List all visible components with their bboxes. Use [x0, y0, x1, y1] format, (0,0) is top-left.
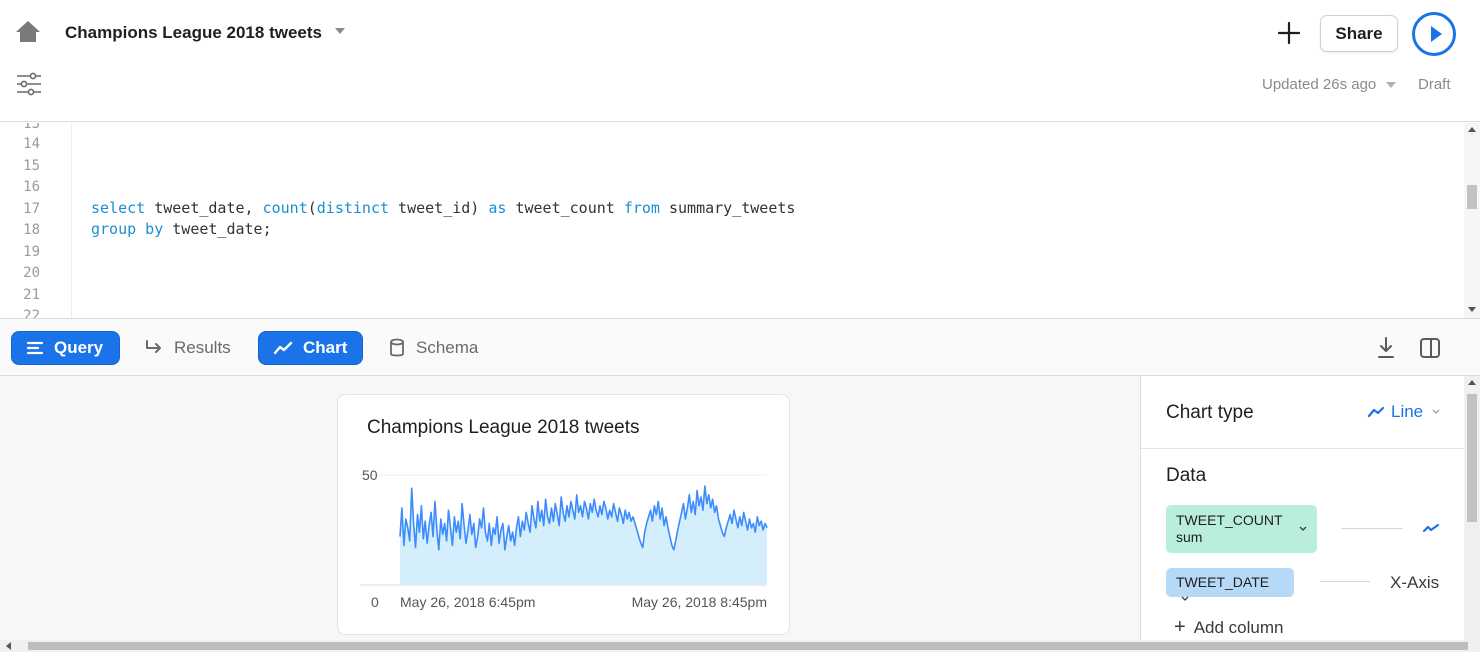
document-title[interactable]: Champions League 2018 tweets [65, 23, 322, 43]
scrollbar-thumb[interactable] [28, 642, 1468, 650]
sql-keyword: distinct [316, 199, 390, 217]
line-number: 21 [23, 287, 40, 303]
tab-schema-label: Schema [416, 338, 479, 357]
scroll-left-arrow-icon[interactable] [6, 642, 11, 650]
y-tick-label: 50 [362, 467, 378, 483]
updated-timestamp[interactable]: Updated 26s ago [1262, 76, 1376, 93]
chart-type-value: Line [1391, 402, 1424, 421]
line-number: 22 [23, 308, 40, 318]
scrollbar-thumb[interactable] [1467, 394, 1477, 522]
scrollbar-thumb[interactable] [1467, 185, 1477, 209]
y-field-pill[interactable]: TWEET_COUNT sum [1166, 505, 1317, 553]
toggle-side-panel-icon[interactable] [1419, 337, 1441, 359]
tab-chart-label: Chart [303, 338, 348, 357]
x-tick-label: May 26, 2018 6:45pm [400, 594, 535, 610]
chevron-down-icon [1181, 596, 1189, 601]
line-number: 16 [23, 179, 40, 195]
line-chart[interactable]: 50 0 May 26, 2018 6:45pm May 26, 2018 8:45p… [338, 455, 791, 625]
line-number: 17 [23, 201, 40, 217]
lines-icon [26, 341, 44, 355]
tab-results-label: Results [174, 338, 231, 357]
tab-query-label: Query [54, 338, 104, 357]
x-field-pill[interactable]: TWEET_DATE [1166, 568, 1294, 601]
sql-keyword: count [262, 199, 308, 217]
sql-keyword: as [488, 199, 507, 217]
line-number: 14 [23, 136, 40, 152]
line-number: 20 [23, 265, 40, 281]
play-icon [1431, 26, 1442, 42]
updated-dropdown-caret-icon[interactable] [1386, 82, 1396, 88]
scroll-up-arrow-icon[interactable] [1468, 127, 1476, 132]
chevron-down-icon[interactable] [1298, 525, 1308, 533]
chart-title: Champions League 2018 tweets [367, 417, 640, 438]
sql-text: tweet_date, [145, 199, 263, 217]
settings-sliders-icon[interactable] [16, 72, 42, 96]
tab-results[interactable]: Results [144, 331, 244, 365]
x-tick-label: May 26, 2018 8:45pm [632, 594, 767, 610]
add-column-label: Add column [1193, 617, 1284, 637]
database-icon [390, 338, 404, 357]
sql-keyword: group by [91, 220, 164, 238]
y-field-name: TWEET_COUNT [1176, 512, 1283, 528]
line-chart-icon [1367, 406, 1385, 418]
divider [1141, 448, 1465, 449]
line-number-gutter: 13 14 15 16 17 18 19 20 21 22 [0, 123, 72, 318]
x-axis-label: X-Axis [1390, 573, 1440, 592]
add-icon[interactable] [1276, 20, 1302, 46]
data-section-label: Data [1166, 465, 1207, 486]
code-line-17[interactable]: select tweet_date, count(distinct tweet_… [91, 199, 795, 217]
sql-keyword: from [623, 199, 660, 217]
tab-query[interactable]: Query [11, 331, 120, 365]
view-tab-bar: Query Results Chart Schema [0, 318, 1480, 376]
download-icon[interactable] [1376, 336, 1396, 360]
y-tick-label: 0 [371, 594, 379, 610]
return-arrow-icon [146, 340, 161, 353]
app-header: Champions League 2018 tweets Share Updat… [0, 0, 1480, 122]
run-button[interactable] [1412, 12, 1456, 56]
line-series-icon[interactable] [1422, 522, 1440, 534]
title-dropdown-caret-icon[interactable] [335, 28, 345, 34]
connector-line [1320, 581, 1370, 582]
sql-text: tweet_date; [163, 220, 272, 238]
sql-editor[interactable]: 13 14 15 16 17 18 19 20 21 22 select twe… [0, 123, 1480, 318]
sql-text: tweet_id) [389, 199, 489, 217]
chart-card: Champions League 2018 tweets 50 0 May 26, … [337, 394, 790, 635]
line-number: 18 [23, 222, 40, 238]
line-number: 13 [23, 123, 40, 132]
sql-text: ( [307, 199, 317, 217]
scroll-down-arrow-icon[interactable] [1468, 307, 1476, 312]
plus-icon: + [1174, 616, 1186, 638]
home-icon[interactable] [14, 19, 42, 43]
x-field-name: TWEET_DATE [1176, 574, 1270, 590]
share-button[interactable]: Share [1320, 15, 1398, 52]
sql-text: summary_tweets [659, 199, 796, 217]
chevron-down-icon [1432, 409, 1440, 414]
tab-schema[interactable]: Schema [388, 331, 498, 365]
chart-type-label: Chart type [1166, 402, 1254, 423]
chart-config-panel: Chart type Line Data TWEET_COUNT sum TWE… [1140, 376, 1465, 640]
horizontal-scrollbar[interactable] [0, 640, 1480, 652]
line-chart-icon [273, 341, 293, 355]
scroll-up-arrow-icon[interactable] [1468, 380, 1476, 385]
y-field-aggregation: sum [1176, 529, 1203, 545]
chart-preview-area: Champions League 2018 tweets 50 0 May 26, … [0, 376, 1140, 640]
editor-vertical-scrollbar[interactable] [1464, 123, 1480, 318]
connector-line [1341, 528, 1403, 529]
side-panel-scrollbar[interactable] [1464, 376, 1480, 640]
sql-text: tweet_count [506, 199, 624, 217]
line-number: 15 [23, 158, 40, 174]
add-column-button[interactable]: + Add column [1174, 616, 1283, 639]
sql-keyword: select [91, 199, 146, 217]
line-number: 19 [23, 244, 40, 260]
status-badge: Draft [1418, 76, 1451, 93]
code-line-18[interactable]: group by tweet_date; [91, 220, 272, 238]
tab-chart[interactable]: Chart [258, 331, 363, 365]
chart-type-select[interactable]: Line [1367, 402, 1441, 422]
